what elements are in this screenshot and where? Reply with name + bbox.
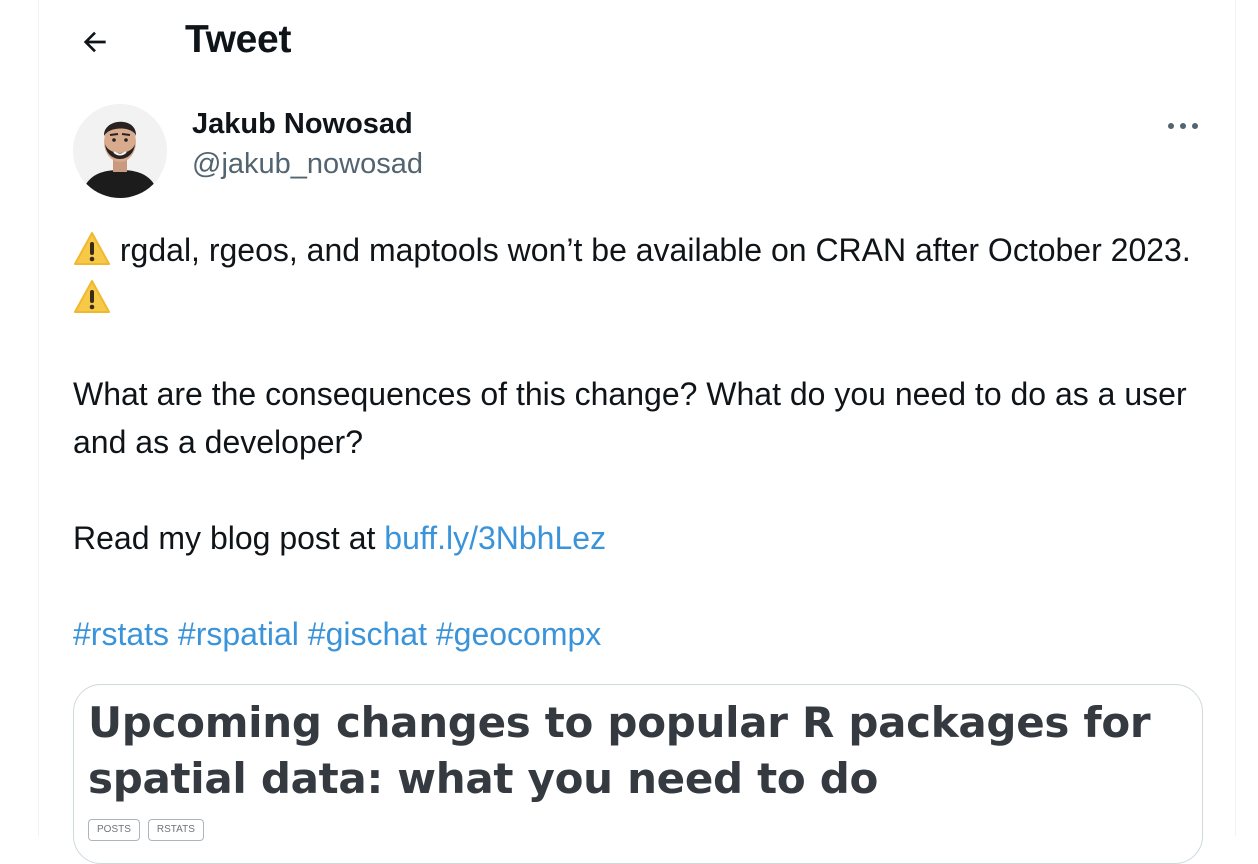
tweet-paragraph-3: Read my blog post at buff.ly/3NbhLez: [73, 514, 1213, 562]
tweet-author: Jakub Nowosad @jakub_nowosad: [73, 104, 1203, 200]
tweet-paragraph-2: What are the consequences of this change…: [73, 376, 1187, 460]
tweet-paragraph-1: rgdal, rgeos, and maptools won’t be avai…: [73, 226, 1213, 322]
card-tags: POSTS RSTATS: [88, 819, 204, 841]
tweet-header: Tweet: [39, 0, 1235, 84]
author-name[interactable]: Jakub Nowosad: [192, 108, 413, 141]
warning-sign-icon: [74, 280, 110, 313]
more-horizontal-icon: [1168, 123, 1198, 129]
author-handle[interactable]: @jakub_nowosad: [192, 148, 423, 181]
card-title: Upcoming changes to popular R packages f…: [88, 698, 1151, 803]
avatar-image: [73, 104, 167, 198]
more-button[interactable]: [1163, 108, 1203, 144]
tweet-text: rgdal, rgeos, and maptools won’t be avai…: [73, 226, 1213, 658]
hashtag-rspatial[interactable]: #rspatial: [178, 616, 299, 652]
tweet-column: Tweet Jakub Nowosad @jakub_nowosad rgdal…: [38, 0, 1236, 864]
page-title: Tweet: [185, 18, 292, 61]
avatar[interactable]: [73, 104, 167, 198]
tweet-line-1: rgdal, rgeos, and maptools won’t be avai…: [119, 232, 1191, 268]
card-tag: POSTS: [88, 819, 140, 841]
hashtag-line: #rstats #rspatial #gischat #geocompx: [73, 610, 1213, 658]
card-tag: RSTATS: [147, 819, 204, 841]
hashtag-gischat[interactable]: #gischat: [308, 616, 427, 652]
blog-link[interactable]: buff.ly/3NbhLez: [384, 520, 606, 556]
hashtag-rstats[interactable]: #rstats: [73, 616, 169, 652]
hashtag-geocompx[interactable]: #geocompx: [436, 616, 601, 652]
arrow-left-icon: [83, 31, 106, 53]
back-button[interactable]: [75, 22, 115, 62]
warning-sign-icon: [74, 232, 110, 265]
read-prefix: Read my blog post at: [73, 520, 385, 556]
link-preview-card[interactable]: Upcoming changes to popular R packages f…: [73, 684, 1203, 864]
